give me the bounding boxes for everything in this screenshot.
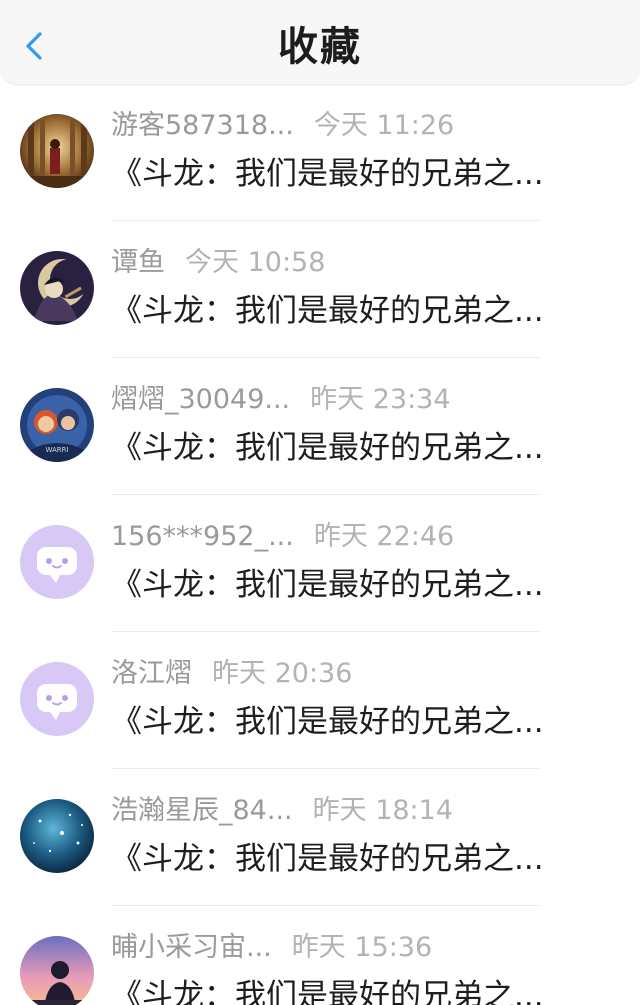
top-navigation-bar: 收藏: [0, 0, 640, 84]
list-item[interactable]: 156***952_... 昨天 22:46 《斗龙：我们是最好的兄弟之...: [0, 495, 640, 632]
page-title: 收藏: [278, 24, 362, 70]
username[interactable]: 洛江熠: [111, 656, 192, 692]
favorite-content[interactable]: 《斗龙：我们是最好的兄弟之...: [111, 837, 589, 881]
favorite-content[interactable]: 《斗龙：我们是最好的兄弟之...: [111, 563, 589, 607]
username[interactable]: 晡小采习宙...: [111, 930, 272, 966]
default-chat-bubble-avatar-icon: [20, 662, 94, 736]
moon-character-avatar-icon: [20, 251, 94, 325]
list-item[interactable]: 晡小采习宙... 昨天 15:36 《斗龙：我们是最好的兄弟之...: [0, 906, 640, 1005]
timestamp: 昨天 23:34: [310, 384, 451, 415]
username[interactable]: 谭鱼: [111, 245, 165, 281]
favorites-list: 游客587318... 今天 11:26 《斗龙：我们是最好的兄弟之... 谭鱼今: [0, 84, 640, 1005]
timestamp: 今天 10:58: [185, 247, 326, 278]
warriors-avatar-icon: WARRI: [20, 388, 94, 462]
svg-text:WARRI: WARRI: [45, 446, 68, 454]
list-item[interactable]: 游客587318... 今天 11:26 《斗龙：我们是最好的兄弟之...: [0, 84, 640, 221]
timestamp: 昨天 15:36: [291, 932, 433, 963]
timestamp: 昨天 18:14: [312, 795, 454, 826]
avatar[interactable]: [20, 251, 94, 325]
starry-sky-avatar-icon: [20, 799, 94, 873]
avatar[interactable]: [20, 936, 94, 1005]
list-item[interactable]: WARRI 熠熠_30049... 昨天 23:34 《斗龙：我们是最好的兄弟之.…: [0, 358, 640, 495]
temple-scene-avatar-icon: [20, 114, 94, 188]
favorite-content[interactable]: 《斗龙：我们是最好的兄弟之...: [111, 152, 589, 196]
list-item[interactable]: 浩瀚星辰_84... 昨天 18:14 《斗龙：我们是最好的兄弟之...: [0, 769, 640, 906]
item-meta: 游客587318... 今天 11:26: [111, 108, 454, 144]
list-item[interactable]: 谭鱼 今天 10:58 《斗龙：我们是最好的兄弟之...: [0, 221, 640, 358]
timestamp: 昨天 22:46: [313, 521, 455, 552]
item-meta: 洛江熠 昨天 20:36: [111, 656, 352, 692]
item-meta: 晡小采习宙... 昨天 15:36: [111, 930, 432, 966]
favorites-page: 收藏 游客587318... 今天 11:26 《斗龙：我们是最好的兄弟之...…: [0, 0, 640, 1005]
avatar[interactable]: [20, 525, 94, 599]
item-meta: 谭鱼 今天 10:58: [111, 245, 325, 281]
favorite-content[interactable]: 《斗龙：我们是最好的兄弟之...: [111, 700, 589, 744]
favorite-content[interactable]: 《斗龙：我们是最好的兄弟之...: [111, 974, 589, 1005]
item-meta: 156***952_... 昨天 22:46: [111, 519, 454, 555]
favorite-content[interactable]: 《斗龙：我们是最好的兄弟之...: [111, 289, 589, 333]
timestamp: 昨天 20:36: [212, 658, 353, 689]
username[interactable]: 156***952_...: [111, 519, 294, 555]
username[interactable]: 游客587318...: [111, 108, 294, 144]
list-item[interactable]: 洛江熠 昨天 20:36 《斗龙：我们是最好的兄弟之...: [0, 632, 640, 769]
avatar[interactable]: WARRI: [20, 388, 94, 462]
item-meta: 熠熠_30049... 昨天 23:34: [111, 382, 451, 418]
sunset-silhouette-avatar-icon: [20, 936, 94, 1005]
item-meta: 浩瀚星辰_84... 昨天 18:14: [111, 793, 453, 829]
timestamp: 今天 11:26: [313, 110, 455, 141]
avatar[interactable]: [20, 799, 94, 873]
avatar[interactable]: [20, 662, 94, 736]
username[interactable]: 熠熠_30049...: [111, 382, 290, 418]
username[interactable]: 浩瀚星辰_84...: [111, 793, 293, 829]
default-chat-bubble-avatar-icon: [20, 525, 94, 599]
avatar[interactable]: [20, 114, 94, 188]
favorite-content[interactable]: 《斗龙：我们是最好的兄弟之...: [111, 426, 589, 470]
